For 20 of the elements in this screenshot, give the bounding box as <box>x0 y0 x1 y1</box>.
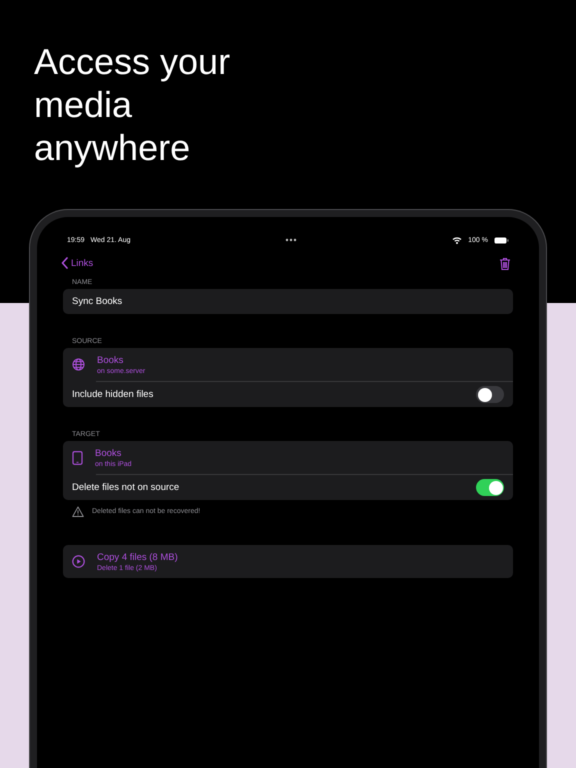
delete-button[interactable] <box>499 256 511 270</box>
location-title: Books <box>95 448 122 458</box>
toggle-switch[interactable] <box>476 386 504 403</box>
chevron-left-icon <box>61 257 68 269</box>
play-icon <box>72 555 85 568</box>
headline: Access your media anywhere <box>33 40 232 170</box>
setting-label: Include hidden files <box>72 389 154 400</box>
action-title[interactable]: Copy 4 files (8 MB) <box>97 552 178 562</box>
back-button[interactable]: Links <box>61 257 94 269</box>
trash-icon <box>499 256 511 270</box>
globe-icon <box>72 358 85 371</box>
setting-label: Delete files not on source <box>72 482 180 493</box>
wifi-icon <box>452 236 462 244</box>
warning-icon <box>72 506 84 517</box>
battery-icon <box>494 236 509 244</box>
more-icon <box>285 238 298 242</box>
toggle-switch[interactable] <box>476 479 504 496</box>
location-title: Books <box>97 354 124 366</box>
name-field[interactable]: Sync Books <box>63 289 513 314</box>
tablet-icon <box>72 450 83 464</box>
